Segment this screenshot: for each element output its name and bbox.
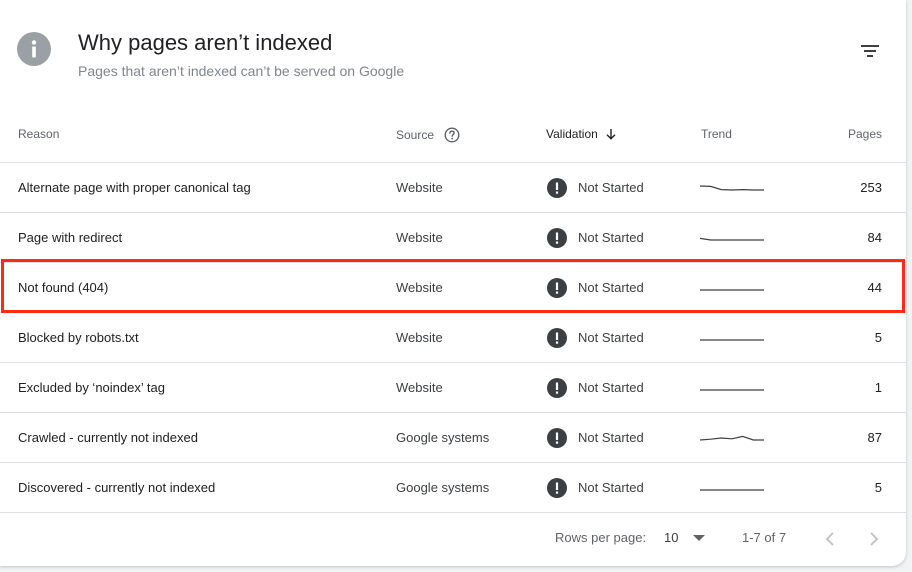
exclamation-icon	[547, 177, 567, 198]
validation-cell: Not Started	[547, 213, 644, 262]
sort-descending-icon	[605, 128, 617, 140]
trend-cell	[700, 163, 766, 212]
source-cell: Website	[396, 230, 443, 245]
table-row[interactable]: Crawled - currently not indexed Google sy…	[0, 413, 906, 462]
pages-cell: 84	[867, 230, 882, 245]
column-header-reason-label: Reason	[18, 127, 60, 141]
reason-cell: Not found (404)	[18, 280, 109, 295]
pages-cell: 253	[860, 180, 882, 195]
pages-cell: 5	[874, 480, 882, 495]
help-icon[interactable]	[444, 127, 460, 143]
row-divider	[0, 512, 906, 513]
source-cell: Google systems	[396, 480, 490, 495]
column-header-pages[interactable]: Pages	[848, 127, 882, 141]
column-header-validation[interactable]: Validation	[546, 127, 617, 141]
validation-status: Not Started	[578, 180, 644, 195]
rows-per-page-value: 10	[664, 530, 679, 545]
trend-cell	[700, 413, 766, 462]
page-title: Why pages aren’t indexed	[78, 30, 333, 55]
reason-cell: Discovered - currently not indexed	[18, 480, 216, 495]
page-subtitle: Pages that aren’t indexed can’t be serve…	[78, 63, 405, 79]
trend-sparkline	[700, 184, 764, 191]
source-cell: Website	[396, 330, 443, 345]
validation-status: Not Started	[578, 330, 644, 345]
reason-cell: Alternate page with proper canonical tag	[18, 180, 251, 195]
trend-sparkline	[700, 435, 764, 441]
validation-status: Not Started	[578, 230, 644, 245]
trend-sparkline	[700, 237, 764, 241]
previous-page-button[interactable]	[819, 528, 841, 550]
validation-cell: Not Started	[547, 413, 644, 462]
column-header-validation-label: Validation	[546, 127, 598, 141]
source-cell: Google systems	[396, 430, 490, 445]
reason-cell: Excluded by ‘noindex’ tag	[18, 380, 165, 395]
validation-cell: Not Started	[547, 163, 644, 212]
column-header-trend: Trend	[701, 127, 732, 141]
column-header-reason[interactable]: Reason	[18, 127, 59, 141]
table-row[interactable]: Blocked by robots.txt Website Not Started 5	[0, 313, 906, 362]
reason-cell: Crawled - currently not indexed	[18, 430, 198, 445]
column-header-trend-label: Trend	[701, 127, 732, 141]
filter-button[interactable]	[856, 38, 884, 64]
info-icon	[17, 32, 51, 66]
chevron-left-icon	[825, 532, 834, 546]
filter-icon	[861, 45, 879, 57]
table-row[interactable]: Alternate page with proper canonical tag…	[0, 163, 906, 212]
column-header-source-label: Source	[396, 128, 435, 142]
validation-status: Not Started	[578, 480, 644, 495]
exclamation-icon	[547, 377, 567, 398]
trend-cell	[700, 463, 766, 512]
rows-per-page-label: Rows per page:	[555, 530, 647, 545]
pages-cell: 44	[867, 280, 882, 295]
reason-cell: Page with redirect	[18, 230, 123, 245]
exclamation-icon	[547, 227, 567, 248]
trend-cell	[700, 263, 766, 312]
reason-cell: Blocked by robots.txt	[18, 330, 139, 345]
dropdown-arrow-icon	[693, 534, 706, 541]
indexing-report-card: Why pages aren’t indexed Pages that aren…	[0, 0, 906, 566]
validation-cell: Not Started	[547, 313, 644, 362]
source-cell: Website	[396, 380, 443, 395]
chevron-right-icon	[870, 532, 879, 546]
pages-cell: 87	[867, 430, 882, 445]
source-cell: Website	[396, 180, 443, 195]
next-page-button[interactable]	[863, 528, 885, 550]
pages-cell: 1	[874, 380, 882, 395]
trend-cell	[700, 363, 766, 412]
trend-sparkline	[700, 388, 764, 391]
column-header-pages-label: Pages	[847, 127, 882, 141]
trend-sparkline	[700, 288, 764, 291]
validation-cell: Not Started	[547, 463, 644, 512]
source-cell: Website	[396, 280, 443, 295]
exclamation-icon	[547, 277, 567, 298]
exclamation-icon	[547, 327, 567, 348]
trend-cell	[700, 213, 766, 262]
table-row[interactable]: Discovered - currently not indexed Google…	[0, 463, 906, 512]
validation-cell: Not Started	[547, 363, 644, 412]
validation-status: Not Started	[578, 280, 644, 295]
trend-cell	[700, 313, 766, 362]
table-row[interactable]: Excluded by ‘noindex’ tag Website Not Star…	[0, 363, 906, 412]
pages-cell: 5	[874, 330, 882, 345]
validation-cell: Not Started	[547, 263, 644, 312]
table-row[interactable]: Not found (404) Website Not Started 44	[0, 263, 906, 312]
validation-status: Not Started	[578, 380, 644, 395]
table-row[interactable]: Page with redirect Website Not Started 84	[0, 213, 906, 262]
column-header-source[interactable]: Source	[396, 127, 460, 143]
trend-sparkline	[700, 338, 764, 341]
exclamation-icon	[547, 427, 567, 448]
trend-sparkline	[700, 488, 764, 491]
pagination-range: 1-7 of 7	[742, 530, 787, 545]
validation-status: Not Started	[578, 430, 644, 445]
rows-per-page-select[interactable]: 10	[664, 530, 706, 545]
exclamation-icon	[547, 477, 567, 498]
